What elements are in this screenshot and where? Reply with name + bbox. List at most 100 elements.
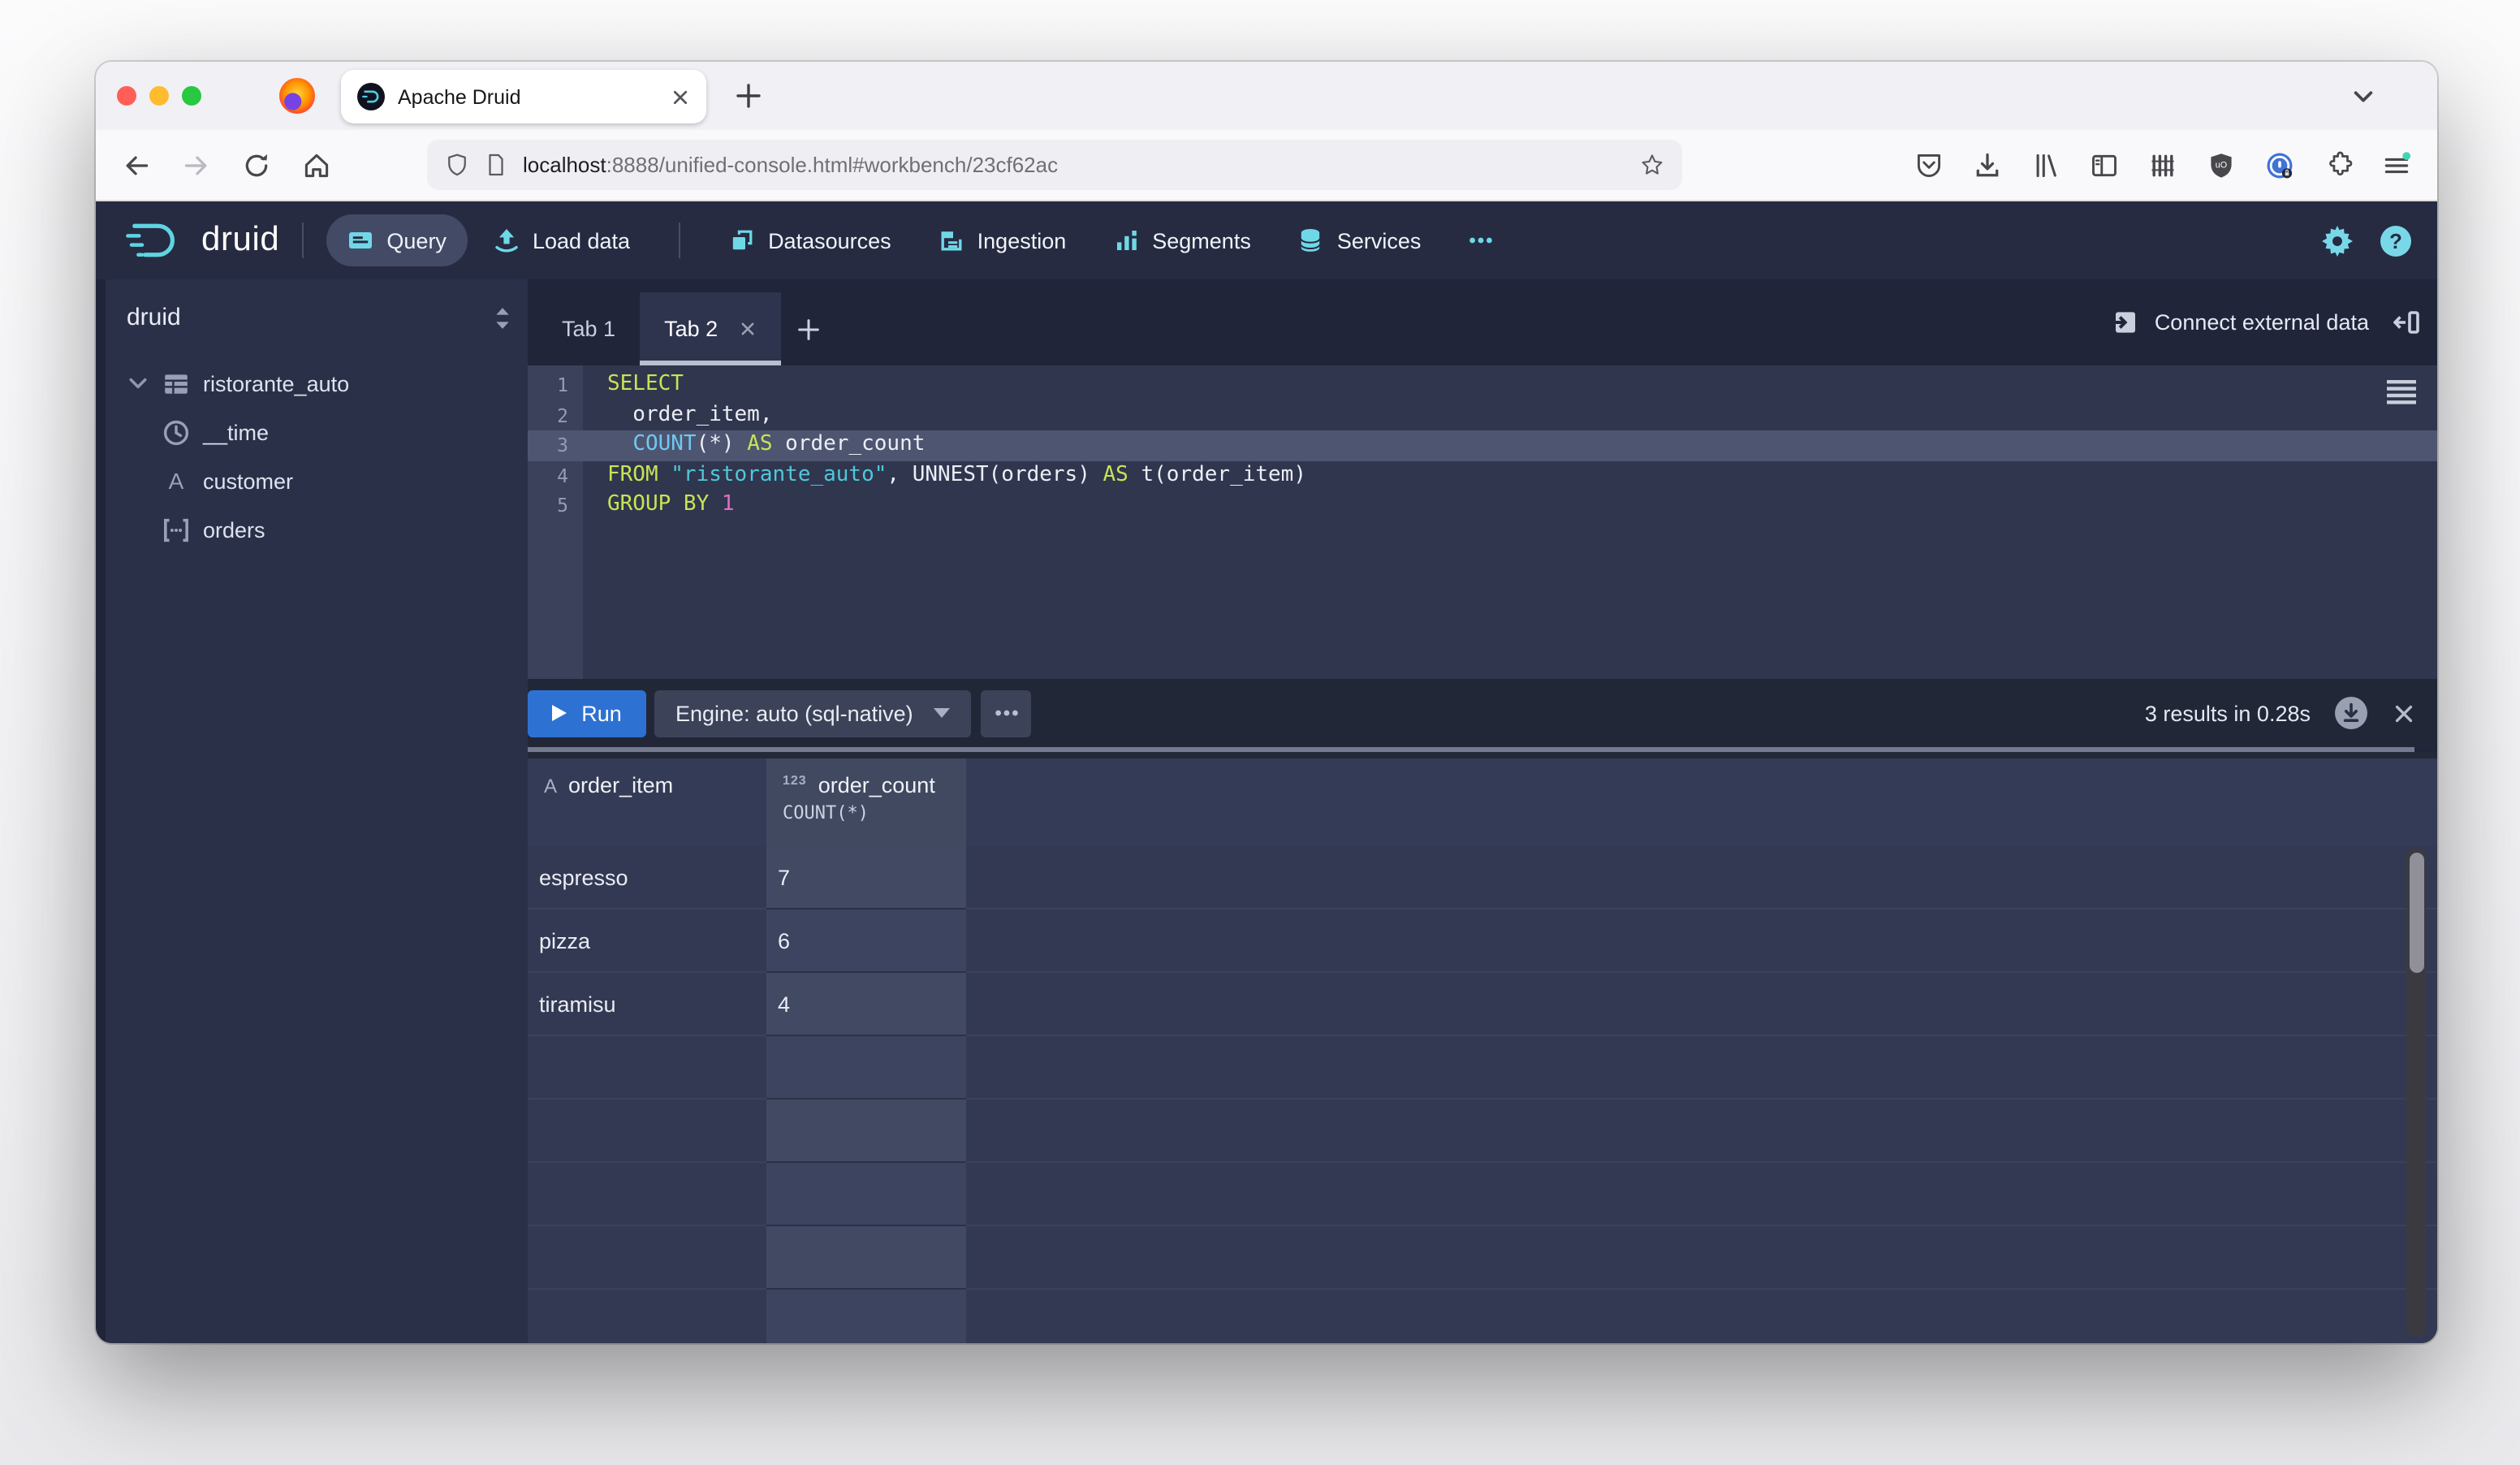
play-icon [552, 705, 567, 721]
number-type-icon: 123 [783, 778, 807, 793]
druid-brand[interactable]: druid [122, 218, 279, 263]
navbar-divider [679, 223, 680, 258]
svg-text:uO: uO [2216, 160, 2227, 170]
nav-item-services[interactable]: Services [1277, 214, 1443, 266]
editor-code[interactable]: SELECT order_item, COUNT(*) AS order_cou… [583, 365, 2437, 679]
connect-external-label: Connect external data [2155, 310, 2369, 335]
browser-tab[interactable]: Apache Druid [341, 70, 706, 123]
array-icon [162, 516, 190, 543]
code-line: FROM "ristorante_auto", UNNEST(orders) A… [607, 460, 2437, 490]
cell-order-item[interactable]: pizza [528, 910, 766, 973]
forward-icon[interactable] [182, 150, 211, 179]
code-line: SELECT [607, 370, 2437, 400]
open-side-panel-button[interactable] [2393, 279, 2421, 365]
back-icon[interactable] [122, 150, 151, 179]
shield-icon[interactable] [445, 153, 469, 177]
sidebar-toggle-icon[interactable] [2090, 150, 2119, 179]
cell-order-item[interactable]: espresso [528, 846, 766, 910]
bookmark-star-icon[interactable] [1640, 153, 1664, 177]
cell-order-item[interactable]: tiramisu [528, 973, 766, 1036]
tree-item-customer[interactable]: Acustomer [127, 456, 511, 505]
query-more-button[interactable] [982, 689, 1032, 737]
engine-select[interactable]: Engine: auto (sql-native) [654, 689, 972, 737]
run-label: Run [581, 701, 622, 725]
ublock-icon[interactable]: uO [2207, 150, 2236, 179]
more-dots-icon [994, 700, 1020, 726]
onepassword-icon[interactable] [2265, 150, 2294, 179]
cell-order-count[interactable]: 4 [766, 973, 966, 1036]
window-minimize-button[interactable] [149, 86, 169, 106]
tab-overflow-chevron-icon[interactable] [2351, 84, 2375, 109]
code-line: order_item, [607, 400, 2437, 430]
column-header-order_count[interactable]: 123order_countCOUNT(*) [766, 758, 966, 846]
line-number: 2 [528, 400, 583, 430]
tab-close-icon[interactable] [671, 87, 690, 106]
pocket-icon[interactable] [1914, 150, 1944, 179]
segments-icon [1113, 227, 1139, 253]
editor-menu-icon[interactable] [2387, 380, 2416, 404]
column-formula: COUNT(*) [783, 802, 966, 823]
column-header-order_item[interactable]: Aorder_item [528, 758, 766, 846]
connect-external-data-button[interactable]: Connect external data [2111, 279, 2369, 365]
close-results-icon[interactable] [2392, 701, 2416, 725]
cell-order-count[interactable]: 6 [766, 910, 966, 973]
browser-toolbar: localhost:8888/unified-console.html#work… [96, 130, 2437, 201]
download-results-icon[interactable] [2335, 697, 2367, 729]
tree-item-orders[interactable]: orders [127, 505, 511, 554]
add-tab-button[interactable] [781, 292, 836, 365]
home-icon[interactable] [302, 150, 331, 179]
nav-item-query[interactable]: Query [326, 214, 468, 266]
nav-item-more[interactable] [1447, 214, 1515, 266]
library-icon[interactable] [2031, 150, 2060, 179]
cell-order-count [766, 1163, 966, 1226]
new-tab-button[interactable] [731, 78, 766, 114]
datasources-icon [729, 227, 755, 253]
nav-item-datasources[interactable]: Datasources [708, 214, 913, 266]
nav-item-label: Query [386, 228, 447, 253]
clock-icon [162, 418, 190, 446]
results-scrollbar-thumb[interactable] [2409, 853, 2423, 973]
navbar-items: Query Load data Datasources Ingestion Segmen… [326, 214, 1515, 266]
workbench-tab-bar: Tab 1Tab 2 Connect external data [528, 279, 2437, 365]
url-bar[interactable]: localhost:8888/unified-console.html#work… [427, 140, 1682, 190]
tree-item-label: orders [203, 517, 265, 542]
nav-item-ingestion[interactable]: Ingestion [917, 214, 1088, 266]
ingestion-icon [939, 227, 964, 253]
gear-icon[interactable] [2322, 225, 2353, 256]
sql-editor[interactable]: 12345 SELECT order_item, COUNT(*) AS ord… [528, 365, 2437, 679]
string-type-icon: A [544, 774, 557, 797]
results-scrollbar[interactable] [2406, 849, 2426, 1335]
reload-icon[interactable] [242, 150, 271, 179]
tree-item-ristorante_auto[interactable]: ristorante_auto [127, 359, 511, 408]
cell-order-item [528, 1163, 766, 1226]
sort-icon[interactable] [494, 306, 511, 329]
cell-order-count[interactable]: 7 [766, 846, 966, 910]
window-close-button[interactable] [117, 86, 136, 106]
nav-item-label: Datasources [768, 228, 891, 253]
druid-brand-name: druid [201, 221, 279, 260]
containers-icon[interactable] [2148, 150, 2177, 179]
extensions-puzzle-icon[interactable] [2324, 150, 2353, 179]
more-icon [1468, 227, 1494, 253]
run-button[interactable]: Run [528, 689, 646, 737]
cell-filler [966, 1036, 2437, 1100]
downloads-icon[interactable] [1973, 150, 2002, 179]
tree-item-time[interactable]: __time [127, 408, 511, 456]
table-row-empty [528, 1290, 2437, 1343]
table-row: pizza6 [528, 910, 2437, 973]
nav-item-load-data[interactable]: Load data [472, 214, 651, 266]
schema-tree: ristorante_auto__timeAcustomer orders [127, 359, 511, 554]
nav-item-segments[interactable]: Segments [1092, 214, 1272, 266]
cell-filler [966, 1163, 2437, 1226]
plus-icon [797, 318, 820, 340]
nav-item-label: Segments [1152, 228, 1251, 253]
window-zoom-button[interactable] [182, 86, 201, 106]
workbench-tab-tab-2[interactable]: Tab 2 [640, 292, 781, 365]
cell-filler [966, 1100, 2437, 1163]
help-icon[interactable]: ? [2380, 225, 2411, 256]
workbench-tab-close-icon[interactable] [739, 320, 757, 338]
druid-console: druid Query Load data Datasources Ingestion… [96, 201, 2437, 1343]
page-info-icon[interactable] [484, 153, 508, 177]
app-menu-icon[interactable] [2382, 150, 2411, 179]
workbench-tab-tab-1[interactable]: Tab 1 [537, 292, 640, 365]
